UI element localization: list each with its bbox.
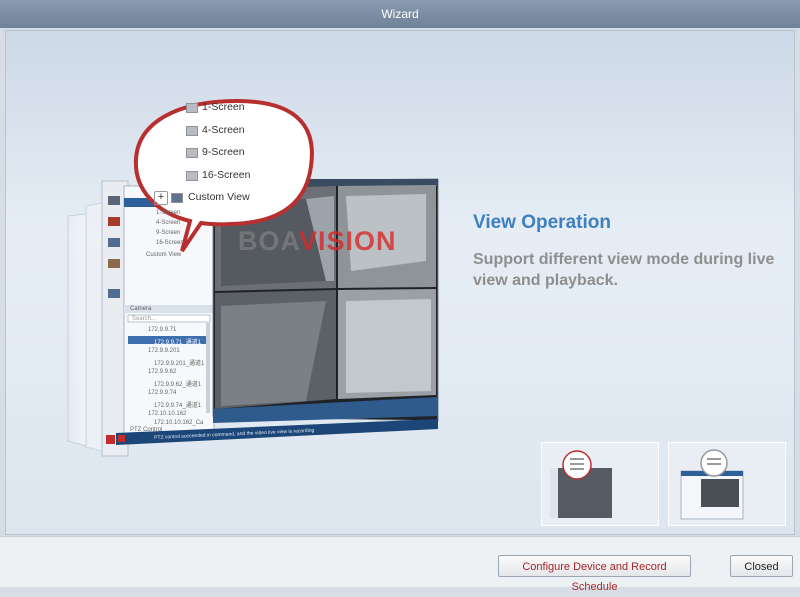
nav-icon [108,238,120,247]
one-screen-icon [186,103,198,113]
nav-icon [108,196,120,205]
tree-item: Custom View [146,252,182,258]
nav-icon [108,289,120,298]
camera-item: 172.9.9.71_通道1 [154,340,202,346]
watermark-part2: VISION [299,226,397,256]
sixteen-screen-icon [186,171,198,181]
tree-item: 1-Screen [156,210,181,216]
layout-option-4-screen: 4-Screen [202,124,245,136]
layout-option-9-screen: 9-Screen [202,146,245,158]
tree-item: 9-Screen [156,230,181,236]
tree-item: 4-Screen [156,220,181,226]
layout-option-16-screen: 16-Screen [202,169,251,181]
four-screen-icon [186,126,198,136]
stacked-pane [85,202,103,452]
camera-search: Search... [132,316,157,322]
thumbnail-image [680,449,744,520]
camera-item: 172.10.10.162_Ca [154,420,204,426]
thumbnail-next-step[interactable] [668,442,786,526]
watermark-part1: BOA [238,226,299,256]
thumbnail-view-operation[interactable] [541,442,659,526]
nine-screen-icon [186,148,198,158]
nav-icon [108,217,120,226]
alarm-icon [118,435,125,442]
scrollbar [206,323,210,413]
camera-item: 172.10.10.162 [148,411,187,417]
custom-view-icon [171,193,183,203]
window-title: Wizard [381,7,419,21]
camera-item: 172.9.9.74_通道1 [154,403,202,409]
tree-item: 16-Screen [156,240,184,246]
page-description: Support different view mode during live … [473,251,775,289]
camera-item: 172.9.9.74 [148,390,177,396]
configure-device-button[interactable]: Configure Device and Record Schedule [498,555,691,593]
nav-icon [108,259,120,268]
layout-option-1-screen: 1-Screen [202,101,245,113]
camera-item: 172.9.9.71 [148,327,177,333]
window-titlebar: Wizard [0,0,800,28]
ptz-label: PTZ Control [130,427,163,433]
alarm-icon [106,435,115,444]
camera-item: 172.9.9.62_通道1 [154,382,202,388]
layout-option-custom-view: Custom View [188,191,250,203]
add-view-icon: + [154,191,168,205]
camera-item: 172.9.9.62 [148,369,177,375]
stacked-pane [67,213,87,447]
thumbnail-image [550,450,612,518]
wizard-content: 1-Screen 4-Screen 9-Screen 16-Screen Cus… [5,30,795,535]
brand-watermark: BOAVISION [238,226,397,257]
camera-item: 172.9.9.201_通道1 [154,361,205,367]
camera-item: 172.9.9.201 [148,348,180,354]
page-heading: View Operation [473,212,611,233]
camera-header: Camera [130,306,152,312]
closed-button[interactable]: Closed [730,555,793,577]
